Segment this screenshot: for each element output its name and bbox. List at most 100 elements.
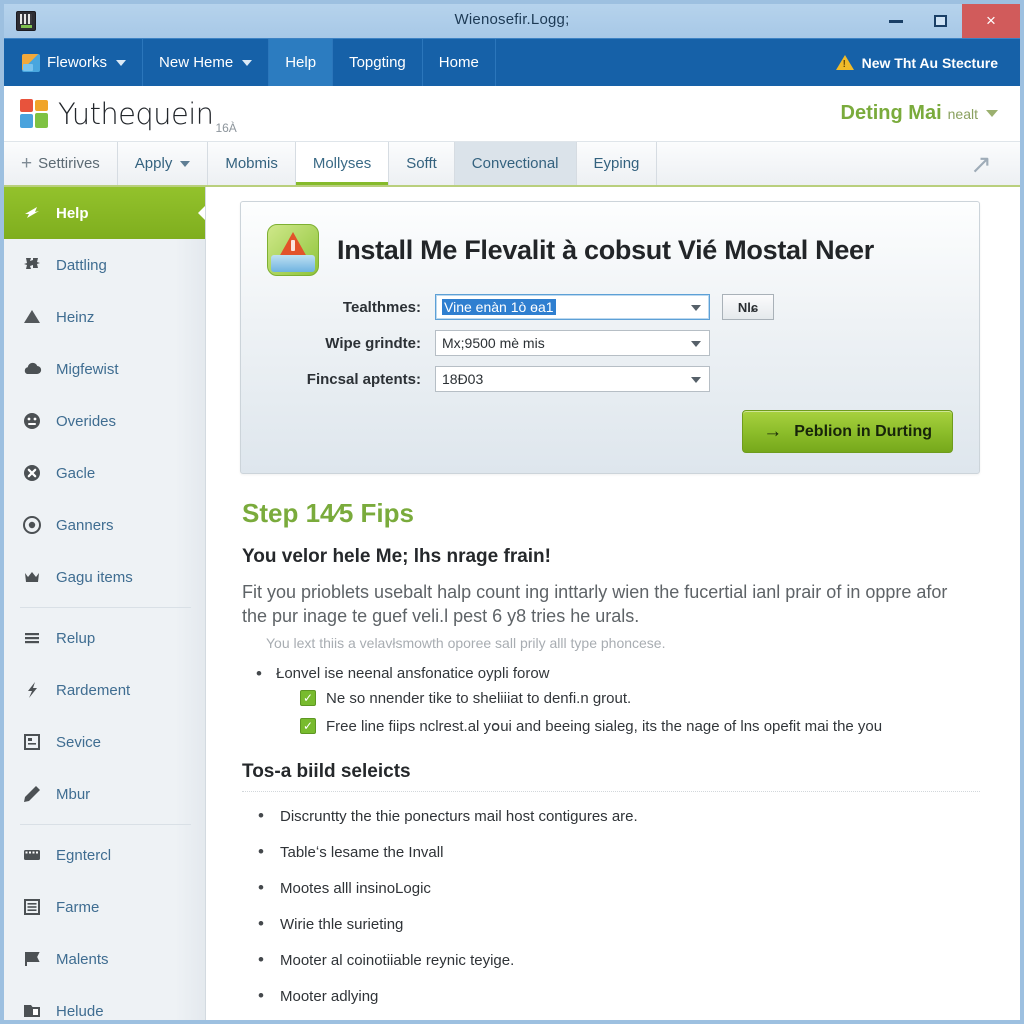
sidebar-item-ganners[interactable]: Ganners [4,499,205,551]
sidebar-item-label: Gagu items [56,568,133,586]
sidebar-item-relup[interactable]: Relup [4,612,205,664]
sidebar-item-egntercl[interactable]: Egntercl [4,829,205,881]
tab-convectional[interactable]: Convectional [454,142,577,185]
install-form: Tealthmes: Vine enàn 1ò ɵa1 Nlɕ Wipe gri… [267,294,953,392]
card-icon [21,731,43,753]
chevron-down-icon [691,341,701,347]
account-subtitle: nealt [947,106,978,122]
list-icon [21,896,43,918]
body-area: Help Dattling Heinz Migfewist Overides G… [4,187,1020,1020]
menu-item-fleworks[interactable]: Fleworks [4,39,144,86]
tab-label: Convectional [471,155,559,172]
sidebar-item-label: Gacle [56,464,96,482]
menu-item-home[interactable]: Home [423,39,496,86]
sidebar-item-label: Malents [56,950,109,968]
close-button[interactable]: × [962,4,1020,38]
menu-item-help[interactable]: Help [269,39,334,86]
minimize-button[interactable] [874,4,918,38]
tealthmes-select[interactable]: Vine enàn 1ò ɵa1 [435,294,710,320]
sidebar-item-gagu-items[interactable]: Gagu items [4,551,205,603]
tab-sofft[interactable]: Sofft [389,142,455,185]
folder-icon [21,1000,43,1020]
form-row-wipe-grindte: Wipe grindte: Mx;9500 mè mis [267,330,953,356]
sidebar-item-help[interactable]: Help [4,187,205,239]
tab-mollyses[interactable]: Mollyses [295,142,390,185]
field-label: Tealthmes: [342,298,421,316]
menu-alert[interactable]: New Tht Au Stecture [835,39,1020,86]
sidebar-item-label: Migfewist [56,360,119,378]
menu-item-new-heme[interactable]: New Heme [143,39,270,86]
sidebar-item-label: Helude [56,1002,104,1020]
list-item: Discruntty the thie ponecturs mail host … [252,806,980,826]
sidebar-item-dattling[interactable]: Dattling [4,239,205,291]
tab-mobmis[interactable]: Mobmis [208,142,296,185]
lead-heading: You velor hele Me; lhs nrage frain! [242,546,551,567]
sidebar-item-farme[interactable]: Farme [4,881,205,933]
tab-label: Apply [134,155,173,172]
menu-item-label: Help [285,54,317,71]
pencil-icon [21,783,43,805]
arrow-right-icon: → [763,421,783,442]
sidebar-item-label: Heinz [56,308,95,326]
fincsal-aptents-value: 18Ð03 [442,371,484,387]
chevron-down-icon [691,377,701,383]
cloud-icon [21,358,43,380]
close-circle-icon [21,462,43,484]
pointer-icon [21,202,43,224]
peblion-in-durting-button[interactable]: → Peblion in Durting [742,410,953,453]
brand-logo-icon [20,98,50,129]
chevron-down-icon [116,59,127,66]
sidebar-item-mbur[interactable]: Mbur [4,768,205,820]
sidebar-item-migfewist[interactable]: Migfewist [4,343,205,395]
fincsal-aptents-select[interactable]: 18Ð03 [435,366,710,392]
list-item: Wirie thle surieting [252,914,980,934]
sidebar-item-overides[interactable]: Overides [4,395,205,447]
tab-strip: + Settirives Apply Mobmis Mollyses Sofft… [4,142,1020,187]
sidebar-item-sevice[interactable]: Sevice [4,716,205,768]
account-menu[interactable]: Deting Mai nealt [841,102,998,125]
tab-eyping[interactable]: Eyping [576,142,658,185]
check-icon: ✓ [300,717,316,734]
sidebar-item-label: Help [56,204,89,222]
intro-bullet-list: Łonvel ise neenal ansfonatice oypli foro… [250,664,980,684]
menu-item-label: Home [438,54,479,71]
list-item: ✓ Ne so nnender tike to sheliiiat to den… [300,690,980,707]
maximize-button[interactable] [918,4,962,38]
sidebar-item-heinz[interactable]: Heinz [4,291,205,343]
tab-label: Eyping [593,155,640,172]
install-panel-title: Install Me Flevalit à cobsut Vié Mostal … [337,234,874,265]
film-icon [21,844,43,866]
expand-arrow-icon[interactable]: ↗ [942,142,1020,185]
section-heading: Tos-a biild seleicts [242,761,980,792]
menu-item-label: Topgting [349,54,406,71]
chevron-down-icon [986,110,998,117]
install-panel-header: Install Me Flevalit à cobsut Vié Mostal … [267,224,953,276]
wipe-grindte-select[interactable]: Mx;9500 mè mis [435,330,710,356]
tealthmes-side-button[interactable]: Nlɕ [722,294,774,320]
list-item: ✓ Free line fiips nclrest.al yօui and be… [300,717,980,735]
triangle-icon [21,306,43,328]
menu-item-topgting[interactable]: Topgting [333,39,423,86]
sidebar-item-rardement[interactable]: Rardement [4,664,205,716]
list-item: Mooter adlying [252,986,980,1006]
tab-settirives[interactable]: + Settirives [4,142,118,185]
content-area: Install Me Flevalit à cobsut Vié Mostal … [206,187,1020,1020]
menu-alert-label: New Tht Au Stecture [861,54,998,71]
tab-strip-filler [657,142,942,185]
plus-icon: + [21,153,33,174]
sidebar-item-malents[interactable]: Malents [4,933,205,985]
application-window: Wienosefir.Logg; × Fleworks New Heme Hel… [0,0,1024,1024]
chevron-down-icon [180,160,191,167]
sidebar-item-helude[interactable]: Helude [4,985,205,1020]
sidebar-item-label: Farme [56,898,100,916]
tab-apply[interactable]: Apply [117,142,209,185]
step-heading: Step 14⁄5 Fips [242,498,414,528]
chevron-down-icon [691,305,701,311]
section-bullet-list: Discruntty the thie ponecturs mail host … [252,806,980,1020]
main-menu-bar: Fleworks New Heme Help Topgting Home New… [4,38,1020,86]
sidebar-item-gacle[interactable]: Gacle [4,447,205,499]
sidebar-item-label: Overides [56,412,117,430]
clock-icon [21,410,43,432]
field-label: Fincsal aptents: [306,370,421,388]
window-controls: × [874,4,1020,38]
